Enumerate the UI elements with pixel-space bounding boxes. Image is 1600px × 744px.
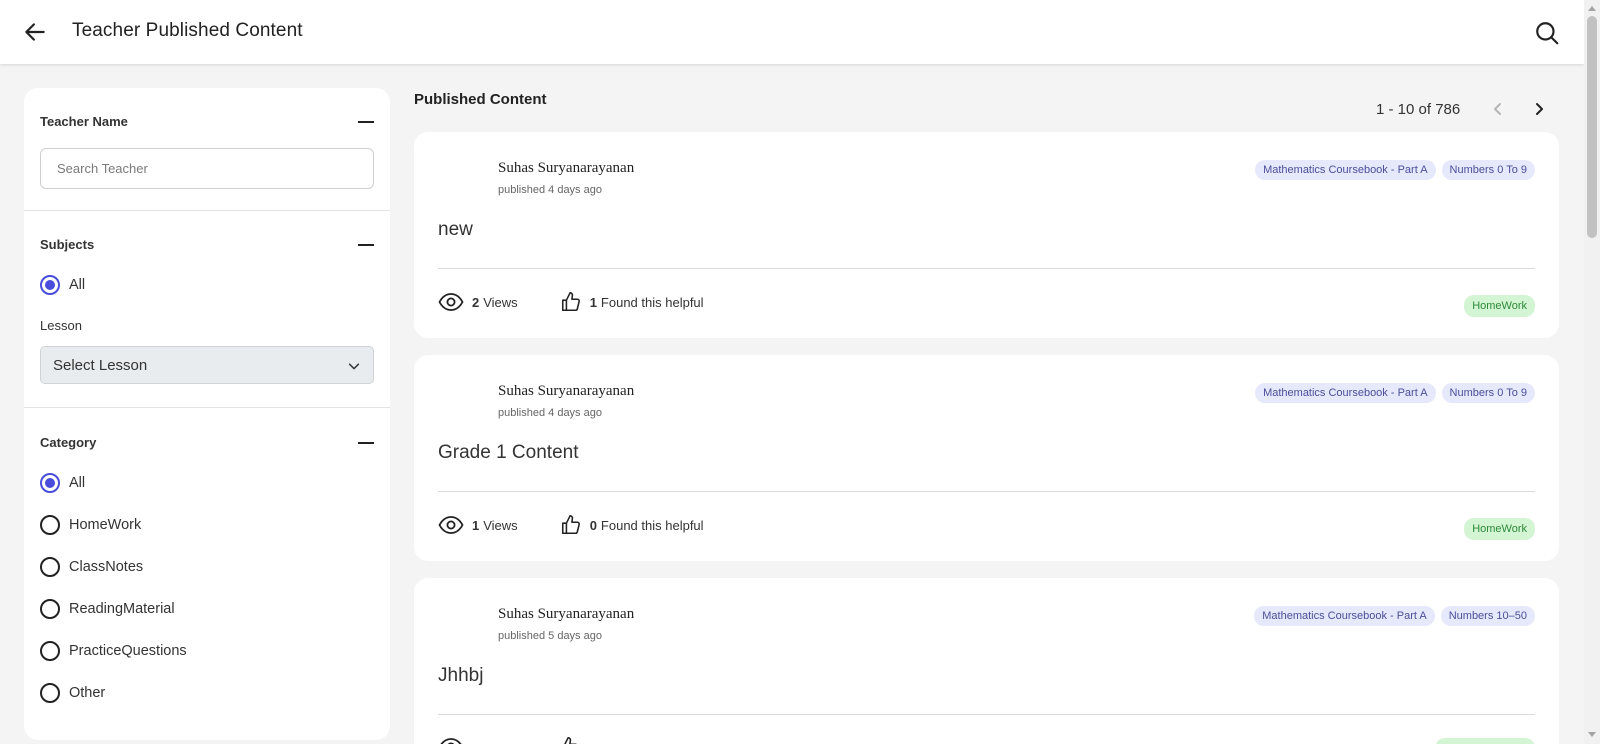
helpful-stat[interactable]: 0 Found this helpful	[518, 514, 704, 536]
views-count: 2	[472, 294, 480, 310]
lesson-select[interactable]: Select Lesson	[40, 346, 374, 384]
radio-checked-icon[interactable]	[40, 473, 60, 493]
category-badge: HomeWork	[1464, 518, 1535, 540]
top-bar: Teacher Published Content	[0, 0, 1584, 64]
card-divider	[438, 491, 1535, 492]
radio-unchecked-icon[interactable]	[40, 641, 60, 661]
pagination-range: 1 - 10 of 786	[1376, 101, 1461, 118]
lesson-select-value: Select Lesson	[53, 356, 148, 374]
category-option-other[interactable]: Other	[40, 683, 105, 703]
radio-checked-icon[interactable]	[40, 275, 60, 295]
teacher-name-heading: Teacher Name	[40, 114, 128, 129]
collapse-category-icon[interactable]	[358, 442, 374, 444]
collapse-subjects-icon[interactable]	[358, 244, 374, 246]
tag-list: Mathematics Coursebook - Part A Numbers …	[1255, 383, 1535, 403]
category-option-label: PracticeQuestions	[69, 643, 187, 659]
chapter-tag[interactable]: Numbers 0 To 9	[1441, 383, 1535, 403]
content-card[interactable]: Suhas Suryanarayanan published 4 days ag…	[414, 132, 1559, 338]
thumbs-up-icon[interactable]	[558, 736, 580, 744]
views-stat: 1 Views	[438, 515, 518, 535]
scroll-down-arrow-icon[interactable]	[1588, 732, 1596, 737]
subjects-filter-section: Subjects All Lesson Select Lesson	[24, 211, 390, 408]
card-stats	[438, 736, 588, 744]
category-option-label: ReadingMaterial	[69, 601, 175, 617]
content-title[interactable]: Jhhbj	[438, 665, 483, 687]
category-option-practicequestions[interactable]: PracticeQuestions	[40, 641, 187, 661]
eye-icon	[438, 293, 464, 311]
scroll-thumb[interactable]	[1587, 16, 1597, 238]
chevron-left-icon[interactable]	[1490, 101, 1506, 117]
helpful-count: 0	[589, 517, 597, 533]
published-content-heading: Published Content	[414, 91, 547, 108]
chapter-tag[interactable]: Numbers 10–50	[1440, 606, 1535, 626]
book-tag[interactable]: Mathematics Coursebook - Part A	[1255, 160, 1436, 180]
chevron-right-icon[interactable]	[1531, 101, 1547, 117]
page-title: Teacher Published Content	[72, 20, 303, 41]
card-divider	[438, 714, 1535, 715]
category-option-label: All	[69, 475, 86, 491]
radio-unchecked-icon[interactable]	[40, 515, 60, 535]
category-option-homework[interactable]: HomeWork	[40, 515, 141, 535]
helpful-stat[interactable]: 1 Found this helpful	[518, 291, 704, 313]
radio-unchecked-icon[interactable]	[40, 683, 60, 703]
radio-unchecked-icon[interactable]	[40, 557, 60, 577]
content-card[interactable]: Suhas Suryanarayanan published 5 days ag…	[414, 578, 1559, 744]
views-label: Views	[483, 517, 518, 533]
subject-option-all[interactable]: All	[40, 275, 85, 295]
scroll-up-arrow-icon[interactable]	[1588, 6, 1596, 11]
card-divider	[438, 268, 1535, 269]
category-option-readingmaterial[interactable]: ReadingMaterial	[40, 599, 175, 619]
chevron-down-icon	[348, 363, 360, 370]
category-option-all[interactable]: All	[40, 473, 85, 493]
search-icon[interactable]	[1534, 20, 1560, 46]
thumbs-up-icon[interactable]	[560, 514, 582, 536]
category-option-label: Other	[69, 685, 106, 701]
subjects-heading: Subjects	[40, 237, 95, 252]
published-time: published 4 days ago	[498, 407, 602, 419]
helpful-label: Found this helpful	[600, 517, 704, 533]
book-tag[interactable]: Mathematics Coursebook - Part A	[1254, 606, 1435, 626]
search-teacher-input[interactable]	[40, 148, 374, 189]
radio-unchecked-icon[interactable]	[40, 599, 60, 619]
views-label: Views	[483, 294, 518, 310]
views-count: 1	[472, 517, 480, 533]
chapter-tag[interactable]: Numbers 0 To 9	[1441, 160, 1535, 180]
arrow-left-icon[interactable]	[22, 19, 48, 45]
author-name[interactable]: Suhas Suryanarayanan	[498, 383, 634, 400]
book-tag[interactable]: Mathematics Coursebook - Part A	[1255, 383, 1436, 403]
collapse-teacher-icon[interactable]	[358, 121, 374, 123]
category-badge	[1435, 738, 1535, 744]
teacher-filter-section: Teacher Name	[24, 88, 390, 211]
category-option-label: ClassNotes	[69, 559, 144, 575]
content-title[interactable]: new	[438, 219, 473, 241]
tag-list: Mathematics Coursebook - Part A Numbers …	[1254, 606, 1535, 626]
page-scrollbar[interactable]	[1584, 0, 1600, 744]
category-option-label: HomeWork	[69, 517, 142, 533]
author-name[interactable]: Suhas Suryanarayanan	[498, 606, 634, 623]
card-stats: 2 Views 1 Found this helpful	[438, 291, 704, 313]
card-stats: 1 Views 0 Found this helpful	[438, 514, 704, 536]
category-badge: HomeWork	[1464, 295, 1535, 317]
category-option-classnotes[interactable]: ClassNotes	[40, 557, 143, 577]
helpful-label: Found this helpful	[600, 294, 704, 310]
published-time: published 4 days ago	[498, 184, 602, 196]
category-filter-section: Category All HomeWork ClassNotes Reading…	[24, 408, 390, 738]
eye-icon	[440, 738, 462, 744]
views-stat: 2 Views	[438, 292, 518, 312]
lesson-label: Lesson	[40, 318, 82, 333]
category-heading: Category	[40, 435, 97, 450]
published-time: published 5 days ago	[498, 630, 602, 642]
filter-sidebar: Teacher Name Subjects All Lesson Select …	[24, 88, 390, 740]
content-card[interactable]: Suhas Suryanarayanan published 4 days ag…	[414, 355, 1559, 561]
thumbs-up-icon[interactable]	[560, 291, 582, 313]
tag-list: Mathematics Coursebook - Part A Numbers …	[1255, 160, 1535, 180]
content-title[interactable]: Grade 1 Content	[438, 442, 578, 464]
subject-option-label: All	[69, 277, 86, 293]
eye-icon	[438, 516, 464, 534]
helpful-count: 1	[589, 294, 597, 310]
author-name[interactable]: Suhas Suryanarayanan	[498, 160, 634, 177]
